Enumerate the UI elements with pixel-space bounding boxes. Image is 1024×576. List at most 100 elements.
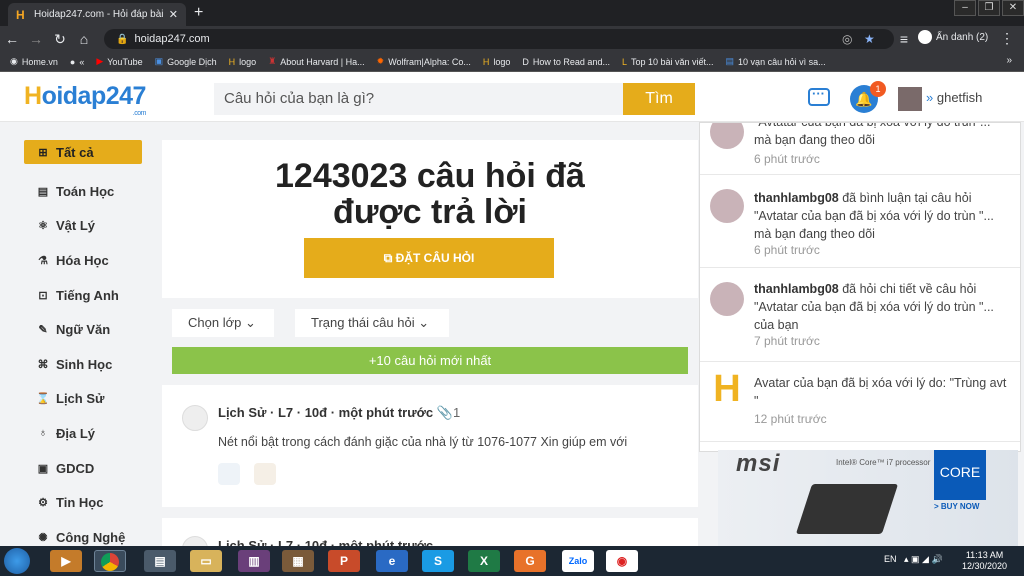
ask-question-button[interactable]: ⧉ ĐẶT CÂU HỎI: [304, 238, 554, 278]
forward-icon[interactable]: →: [24, 31, 48, 47]
url-text: hoidap247.com: [134, 33, 210, 45]
address-toolbar: ← → ↻ ⌂ 🔒 hoidap247.com ◎ ★ ≡ Ẩn danh (2)…: [0, 26, 1024, 52]
sidebar-item-chemistry[interactable]: ⚗ Hóa Học: [24, 243, 142, 278]
notification-text: ": [754, 394, 759, 408]
restore-icon[interactable]: ❐: [978, 0, 1000, 16]
sidebar-item-literature[interactable]: ✎ Ngữ Văn: [24, 312, 142, 347]
avatar: [710, 282, 744, 316]
app-icon[interactable]: G: [514, 550, 546, 572]
bookmark-item[interactable]: Hlogo: [483, 57, 511, 67]
sidebar-item-informatics[interactable]: ⚙ Tin Học: [24, 485, 142, 520]
bookmarks-bar: ◉ Home.vn ● « ▶ YouTube ▣ Google Dịch Hlogo …: [0, 52, 1024, 72]
tab-close-icon[interactable]: ✕: [169, 8, 178, 21]
avatar: [710, 123, 744, 149]
clock[interactable]: 11:13 AM 12/30/2020: [962, 550, 1007, 572]
notification-item[interactable]: H Avatar của bạn đã bị xóa với lý do: "T…: [700, 362, 1020, 442]
hoidap-logo-icon: H: [710, 370, 744, 408]
media-icon[interactable]: ≡: [892, 31, 916, 47]
site-logo[interactable]: Hoidap247 .com: [24, 82, 146, 117]
notification-item[interactable]: "Avtatar của bạn đã bị xóa với lý do trù…: [700, 123, 1020, 175]
zalo-icon[interactable]: Zalo: [562, 550, 594, 572]
notification-badge: 1: [870, 81, 886, 97]
bookmark-icon: ▤: [725, 56, 735, 66]
menu-kebab-icon[interactable]: ⋮: [1000, 30, 1014, 47]
notification-item[interactable]: thanhlambg08 đã hỏi chi tiết về câu hỏi …: [700, 268, 1020, 362]
app-icon[interactable]: ◉: [606, 550, 638, 572]
question-card[interactable]: Lịch Sử · L7 · 10đ · một phút trước 📎1 N…: [162, 385, 698, 507]
folder-icon[interactable]: ▭: [190, 550, 222, 572]
sidebar-item-all[interactable]: ⊞ Tất cả: [24, 140, 142, 164]
sidebar-item-physics[interactable]: ⚛ Vật Lý: [24, 209, 142, 244]
user-menu[interactable]: » ghetfish: [926, 90, 982, 105]
notification-time: 12 phút trước: [754, 412, 827, 426]
buy-now-link[interactable]: > BUY NOW: [934, 502, 979, 511]
question-card[interactable]: Lịch Sử · L7 · 10đ · một phút trước: [162, 518, 698, 548]
math-icon: ▤: [37, 185, 49, 198]
youtube-icon: ▶: [96, 56, 104, 66]
bookmark-item[interactable]: ✹ Wolfram|Alpha: Co...: [377, 56, 471, 67]
search-button[interactable]: Tìm: [623, 83, 695, 115]
minimize-icon[interactable]: –: [954, 0, 976, 16]
ask-icon: ⧉: [383, 251, 396, 265]
atom-icon: ⚛: [38, 220, 48, 233]
notification-dropdown: "Avtatar của bạn đã bị xóa với lý do trù…: [699, 122, 1021, 452]
search-input[interactable]: Câu hỏi của bạn là gì?: [214, 83, 624, 115]
bookmark-item[interactable]: L Top 10 bài văn viết...: [622, 57, 714, 67]
start-button-icon[interactable]: [4, 548, 30, 574]
sidebar-item-biology[interactable]: ⌘ Sinh Học: [24, 347, 142, 382]
browser-titlebar: H Hoidap247.com - Hỏi đáp bài tập ✕ + – …: [0, 0, 1024, 26]
url-bar[interactable]: 🔒 hoidap247.com ◎ ★: [104, 29, 894, 49]
explorer-doc-icon[interactable]: ▤: [144, 550, 176, 572]
attachment-icon: 📎: [436, 405, 453, 420]
notification-text: thanhlambg08 đã bình luận tại câu hỏi: [754, 191, 972, 205]
notification-item[interactable]: thanhlambg08 đã bình luận tại câu hỏi "A…: [700, 175, 1020, 268]
browser-tab[interactable]: H Hoidap247.com - Hỏi đáp bài tập ✕: [8, 3, 186, 26]
bookmark-star-icon[interactable]: ★: [864, 29, 875, 49]
bookmark-item[interactable]: Hlogo: [229, 57, 257, 67]
question-text: Nét nổi bật trong cách đánh giặc của nhà…: [218, 435, 628, 449]
sidebar-item-math[interactable]: ▤ Toán Học: [24, 174, 142, 209]
bookmark-item[interactable]: ▤ 10 vạn câu hỏi vì sa...: [726, 56, 826, 67]
chat-icon[interactable]: [808, 86, 830, 106]
subject-sidebar: ⊞ Tất cả ▤ Toán Học ⚛ Vật Lý ⚗ Hóa Học ⊡ Tiến…: [24, 140, 142, 555]
home-icon[interactable]: ⌂: [72, 31, 96, 47]
hero-panel: 1243023 câu hỏi đã được trả lời ⧉ ĐẶT CÂ…: [162, 140, 698, 298]
sidebar-item-geography[interactable]: ♁ Địa Lý: [24, 416, 142, 451]
tech-icon: ✺: [38, 531, 48, 544]
grade-select[interactable]: Chọn lớp ⌄: [172, 309, 274, 337]
hoidap-icon: H: [228, 56, 236, 67]
bookmark-item[interactable]: D How to Read and...: [522, 57, 610, 67]
powerpoint-icon[interactable]: P: [328, 550, 360, 572]
back-icon[interactable]: ←: [0, 31, 24, 47]
chrome-icon[interactable]: [94, 550, 126, 572]
tab-title: Hoidap247.com - Hỏi đáp bài tập: [34, 9, 165, 20]
winrar-icon[interactable]: ▥: [238, 550, 270, 572]
sidebar-item-civics[interactable]: ▣ GDCD: [24, 451, 142, 486]
language-indicator[interactable]: EN: [884, 554, 897, 564]
sidebar-item-english[interactable]: ⊡ Tiếng Anh: [24, 278, 142, 313]
bookmark-item[interactable]: ♜ About Harvard | Ha...: [268, 56, 364, 67]
close-window-icon[interactable]: ✕: [1002, 0, 1024, 16]
avatar[interactable]: [898, 87, 922, 111]
sidebar-item-history[interactable]: ⌛ Lịch Sử: [24, 382, 142, 417]
ie-icon[interactable]: e: [376, 550, 408, 572]
notification-time: 6 phút trước: [754, 152, 820, 166]
bookmark-item[interactable]: ▣ Google Dịch: [155, 56, 217, 67]
tray-icons[interactable]: ▴ ▣ ◢ 🔊: [899, 554, 943, 564]
bookmarks-more-icon[interactable]: »: [1006, 55, 1012, 66]
new-tab-icon[interactable]: +: [194, 4, 203, 22]
civics-icon: ▣: [37, 462, 49, 475]
media-player-icon[interactable]: ▶: [50, 550, 82, 572]
tracking-off-icon[interactable]: ◎: [842, 29, 852, 49]
skype-icon[interactable]: S: [422, 550, 454, 572]
incognito-profile[interactable]: Ẩn danh (2): [918, 30, 988, 44]
advertisement[interactable]: msi Intel® Core™ i7 processor CORE > BUY…: [718, 450, 1018, 546]
bookmark-item[interactable]: ◉ Home.vn: [10, 56, 58, 67]
app-icon[interactable]: ▦: [282, 550, 314, 572]
bookmark-item[interactable]: ● «: [70, 57, 84, 67]
excel-icon[interactable]: X: [468, 550, 500, 572]
bookmark-item[interactable]: ▶ YouTube: [96, 56, 142, 67]
reload-icon[interactable]: ↻: [48, 31, 72, 48]
status-select[interactable]: Trạng thái câu hỏi ⌄: [295, 309, 449, 337]
new-questions-button[interactable]: +10 câu hỏi mới nhất: [172, 347, 688, 374]
